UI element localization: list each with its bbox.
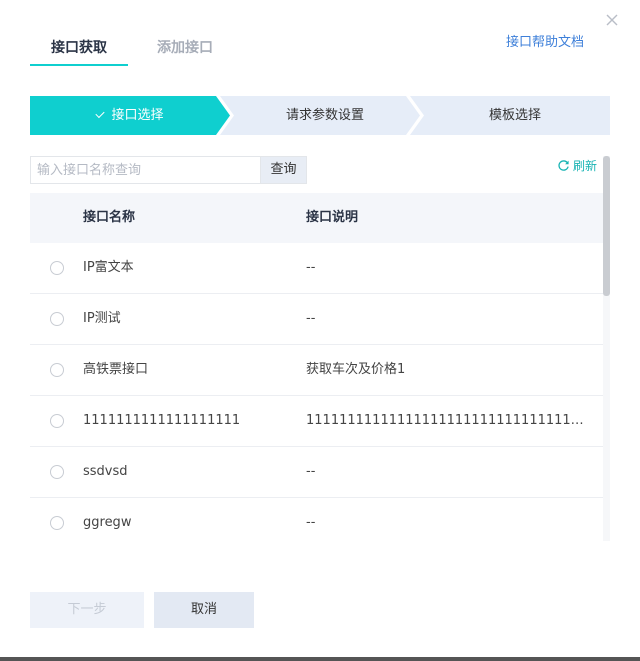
step-request-params: 请求参数设置 [285, 108, 364, 123]
row-desc: -- [306, 260, 316, 275]
row-name: 高铁票接口 [83, 362, 149, 377]
refresh-button[interactable]: 刷新 [557, 157, 597, 174]
row-desc: 获取车次及价格1 [306, 362, 406, 377]
row-desc: -- [306, 515, 316, 530]
table-row[interactable]: ssdvsd -- [30, 447, 603, 498]
step-1-label: 接口选择 [111, 108, 164, 123]
row-desc: -- [306, 464, 316, 479]
refresh-label: 刷新 [573, 159, 598, 173]
tab-get-interface[interactable]: 接口获取 [30, 30, 128, 66]
refresh-icon [558, 160, 569, 171]
table-header: 接口名称 接口说明 [30, 193, 603, 243]
cancel-button[interactable]: 取消 [154, 592, 254, 628]
next-step-button[interactable]: 下一步 [30, 592, 144, 628]
step-interface-select: 接口选择 [30, 96, 230, 135]
tab-add-interface[interactable]: 添加接口 [128, 30, 242, 66]
row-name: 1111111111111111111 [83, 413, 241, 428]
close-icon[interactable] [605, 13, 619, 27]
search-input[interactable] [30, 156, 260, 184]
row-radio[interactable] [50, 261, 64, 275]
table-row[interactable]: ggregw -- [30, 498, 603, 541]
step-template-select: 模板选择 [488, 108, 541, 123]
header-desc: 接口说明 [306, 210, 359, 225]
help-doc-link[interactable]: 接口帮助文档 [506, 31, 584, 50]
row-name: ssdvsd [83, 464, 128, 479]
row-name: IP测试 [83, 311, 121, 326]
row-name: ggregw [83, 515, 132, 530]
table-row[interactable]: 1111111111111111111 11111111111111111111… [30, 396, 603, 447]
table-body: IP富文本 -- IP测试 -- 高铁票接口 获取车次及价格1 11111111… [30, 243, 603, 541]
row-radio[interactable] [50, 465, 64, 479]
interface-table: 接口名称 接口说明 IP富文本 -- IP测试 -- 高铁票接口 获取车次及价格… [30, 193, 610, 541]
search-button[interactable]: 查询 [260, 156, 307, 184]
interface-dialog: 接口获取 添加接口 接口帮助文档 接口选择 请求参数设置 模板选择 查询 刷新 … [0, 0, 640, 657]
row-desc: -- [306, 311, 316, 326]
row-name: IP富文本 [83, 260, 134, 275]
table-row[interactable]: IP测试 -- [30, 294, 603, 345]
window-bottom-edge [0, 657, 640, 661]
check-icon [95, 108, 106, 119]
row-radio[interactable] [50, 363, 64, 377]
row-desc: 1111111111111111111111111111111111111111… [306, 413, 590, 428]
row-radio[interactable] [50, 312, 64, 326]
table-row[interactable]: 高铁票接口 获取车次及价格1 [30, 345, 603, 396]
step-progress: 接口选择 请求参数设置 模板选择 [30, 96, 610, 135]
table-row[interactable]: IP富文本 -- [30, 243, 603, 294]
row-radio[interactable] [50, 414, 64, 428]
tab-bar: 接口获取 添加接口 [30, 30, 242, 66]
scrollbar-thumb[interactable] [603, 156, 610, 296]
header-name: 接口名称 [83, 210, 136, 225]
row-radio[interactable] [50, 516, 64, 530]
